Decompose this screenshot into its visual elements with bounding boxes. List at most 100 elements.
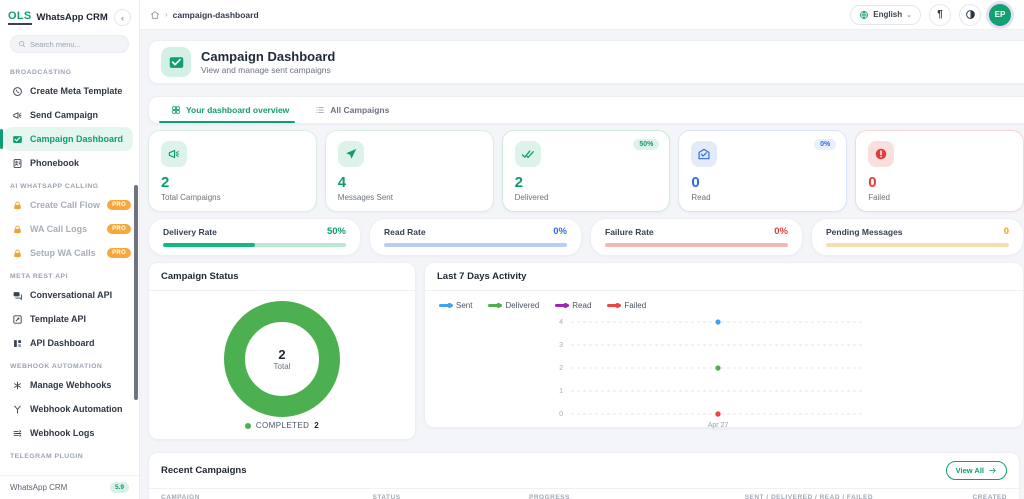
activity-legend-sent[interactable]: Sent (439, 301, 472, 310)
tab-all-campaigns[interactable]: All Campaigns (315, 97, 389, 123)
activity-legend-failed[interactable]: Failed (607, 301, 646, 310)
sidebar-item-label: Create Call Flow (30, 200, 101, 210)
legend-value: 2 (314, 421, 320, 430)
translate-icon (859, 10, 869, 20)
campaign-status-donut: 2 Total (224, 301, 340, 417)
recent-campaigns-card: Recent Campaigns View All CAMPAIGN STATUS… (148, 452, 1020, 499)
sidebar-item-label: Send Campaign (30, 110, 99, 120)
grid-icon (171, 105, 181, 115)
sidebar-item-api-dashboard[interactable]: API Dashboard (0, 331, 139, 355)
logs-icon (12, 428, 23, 439)
sidebar-nav: BROADCASTING Create Meta Template Send Cam… (0, 59, 139, 475)
stat-card-failed: 0 Failed (855, 130, 1024, 212)
home-icon[interactable] (150, 10, 160, 20)
progress-value: 0 (1003, 226, 1009, 237)
sidebar-scrollbar[interactable] (134, 185, 138, 400)
app-name: WhatsApp CRM (36, 12, 108, 23)
stat-label: Delivered (514, 193, 549, 202)
activity-legend-read[interactable]: Read (555, 301, 591, 310)
svg-text:1: 1 (559, 388, 563, 395)
progress-header: Pending Messages 0 (826, 226, 1009, 237)
template-icon (12, 314, 23, 325)
progress-value: 0% (553, 226, 567, 237)
stat-label: Messages Sent (337, 193, 393, 202)
stat-label: Read (691, 193, 711, 202)
stat-percent-badge: 50% (633, 139, 660, 150)
sidebar-item-create-meta-template[interactable]: Create Meta Template (0, 79, 139, 103)
stat-icon-tile (868, 141, 895, 167)
sidebar-item-setup-wa-calls[interactable]: Setup WA Calls PRO (0, 241, 139, 265)
sidebar-item-label: Phonebook (30, 158, 79, 168)
sidebar-item-label: Create Meta Template (30, 86, 123, 96)
sidebar-item-phonebook[interactable]: Phonebook (0, 151, 139, 175)
sidebar-item-webhook-automation[interactable]: Webhook Automation (0, 397, 139, 421)
version-badge: 5.9 (109, 482, 129, 493)
breadcrumb: › campaign-dashboard (150, 10, 259, 20)
table-header-row: CAMPAIGN STATUS PROGRESS SENT / DELIVERED /… (149, 488, 1019, 499)
progress-track (826, 243, 1009, 247)
activity-legend-delivered[interactable]: Delivered (488, 301, 539, 310)
double-check-icon (521, 147, 535, 161)
app-logo: OLS (8, 10, 32, 25)
progress-header: Delivery Rate 50% (163, 226, 346, 237)
sidebar-item-wa-call-logs[interactable]: WA Call Logs PRO (0, 217, 139, 241)
stat-card-messages-sent: 4 Messages Sent (324, 130, 494, 212)
sidebar-item-label: Webhook Automation (30, 404, 123, 414)
sidebar-item-manage-webhooks[interactable]: Manage Webhooks (0, 373, 139, 397)
pro-badge: PRO (107, 200, 131, 210)
sidebar-item-campaign-dashboard[interactable]: Campaign Dashboard (0, 127, 133, 151)
pro-badge: PRO (107, 224, 131, 234)
section-label-telegram-plugin: TELEGRAM PLUGIN (10, 453, 84, 460)
stat-value: 4 (337, 174, 347, 191)
column-header-campaign: CAMPAIGN (161, 494, 200, 499)
progress-label: Failure Rate (605, 226, 654, 237)
tab-label: Your dashboard overview (186, 105, 290, 115)
stat-label: Total Campaigns (161, 193, 221, 202)
charts-row: Campaign Status 2 Total COMPLETED 2 Last … (148, 262, 1024, 440)
phonebook-icon (12, 158, 23, 169)
sidebar-item-send-campaign[interactable]: Send Campaign (0, 103, 139, 127)
sidebar-footer: WhatsApp CRM 5.9 (0, 475, 139, 499)
progress-fill (163, 243, 255, 247)
sidebar-item-conversational-api[interactable]: Conversational API (0, 283, 139, 307)
text-direction-button[interactable]: ¶ (929, 3, 951, 26)
tab-your-dashboard-overview[interactable]: Your dashboard overview (158, 97, 296, 123)
activity-chart: 4 3 2 1 0 Apr 27 (559, 319, 865, 429)
sidebar-item-template-api[interactable]: Template API (0, 307, 139, 331)
list-icon (315, 105, 325, 115)
progress-value: 50% (326, 226, 346, 237)
dashboard-icon (12, 338, 23, 349)
sidebar-item-create-call-flow[interactable]: Create Call Flow PRO (0, 193, 139, 217)
chevron-down-icon: ⌄ (906, 11, 912, 19)
search-placeholder: Search menu... (30, 39, 81, 49)
sidebar-collapse-button[interactable]: ‹ (114, 9, 131, 26)
stat-icon-tile (337, 141, 364, 167)
svg-text:2: 2 (559, 365, 563, 372)
progress-label: Pending Messages (826, 226, 903, 237)
user-avatar[interactable]: EP (989, 3, 1011, 26)
tab-label: All Campaigns (330, 105, 390, 115)
progress-value: 0% (774, 226, 788, 237)
megaphone-icon (12, 110, 23, 121)
sidebar-item-webhook-logs[interactable]: Webhook Logs (0, 421, 139, 445)
contrast-icon (965, 9, 976, 20)
sidebar-item-label: Template API (30, 314, 87, 324)
lock-icon (12, 248, 23, 259)
column-header-created: CREATED (972, 494, 1007, 499)
sidebar-item-label: WA Call Logs (30, 224, 88, 234)
language-label: English (873, 10, 903, 19)
paper-plane-icon (344, 147, 358, 161)
stat-icon-tile (514, 141, 541, 167)
stat-value: 0 (691, 174, 700, 191)
stat-percent-badge: 0% (814, 139, 837, 150)
search-input[interactable]: Search menu... (10, 35, 129, 53)
sidebar-item-label: API Dashboard (30, 338, 95, 348)
page-title: Campaign Dashboard (201, 48, 336, 64)
legend-label: Failed (624, 301, 647, 310)
arrow-right-icon (988, 466, 997, 475)
language-selector[interactable]: English ⌄ (850, 4, 921, 25)
svg-text:0: 0 (559, 411, 563, 418)
section-label-broadcasting: BROADCASTING (10, 69, 72, 76)
theme-toggle-button[interactable] (959, 3, 981, 26)
view-all-button[interactable]: View All (945, 461, 1007, 480)
